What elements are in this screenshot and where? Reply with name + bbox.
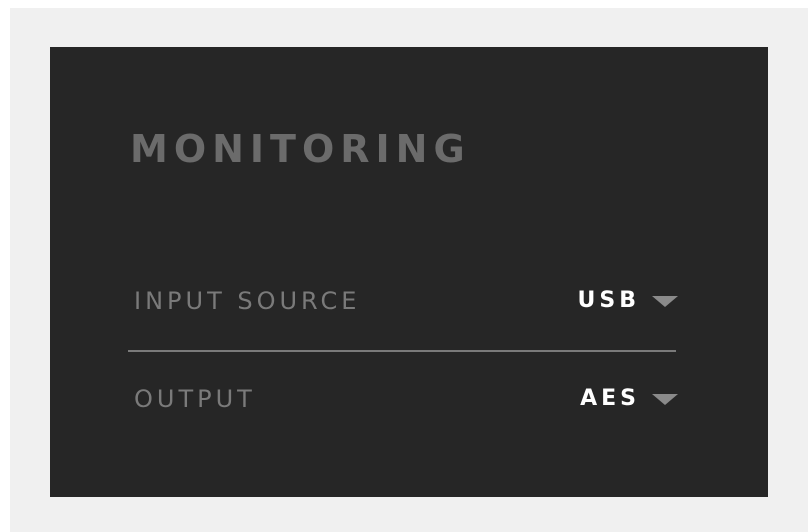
caret-down-icon	[652, 295, 678, 307]
output-value: AES	[580, 386, 640, 411]
input-source-label: INPUT SOURCE	[134, 287, 361, 315]
input-source-dropdown[interactable]: USB	[578, 284, 678, 318]
caret-down-icon	[652, 393, 678, 405]
monitoring-panel	[50, 47, 768, 497]
row-divider	[128, 350, 676, 352]
output-dropdown[interactable]: AES	[580, 382, 678, 416]
output-label: OUTPUT	[134, 385, 256, 413]
panel-title: MONITORING	[130, 127, 471, 171]
input-source-value: USB	[577, 288, 640, 313]
